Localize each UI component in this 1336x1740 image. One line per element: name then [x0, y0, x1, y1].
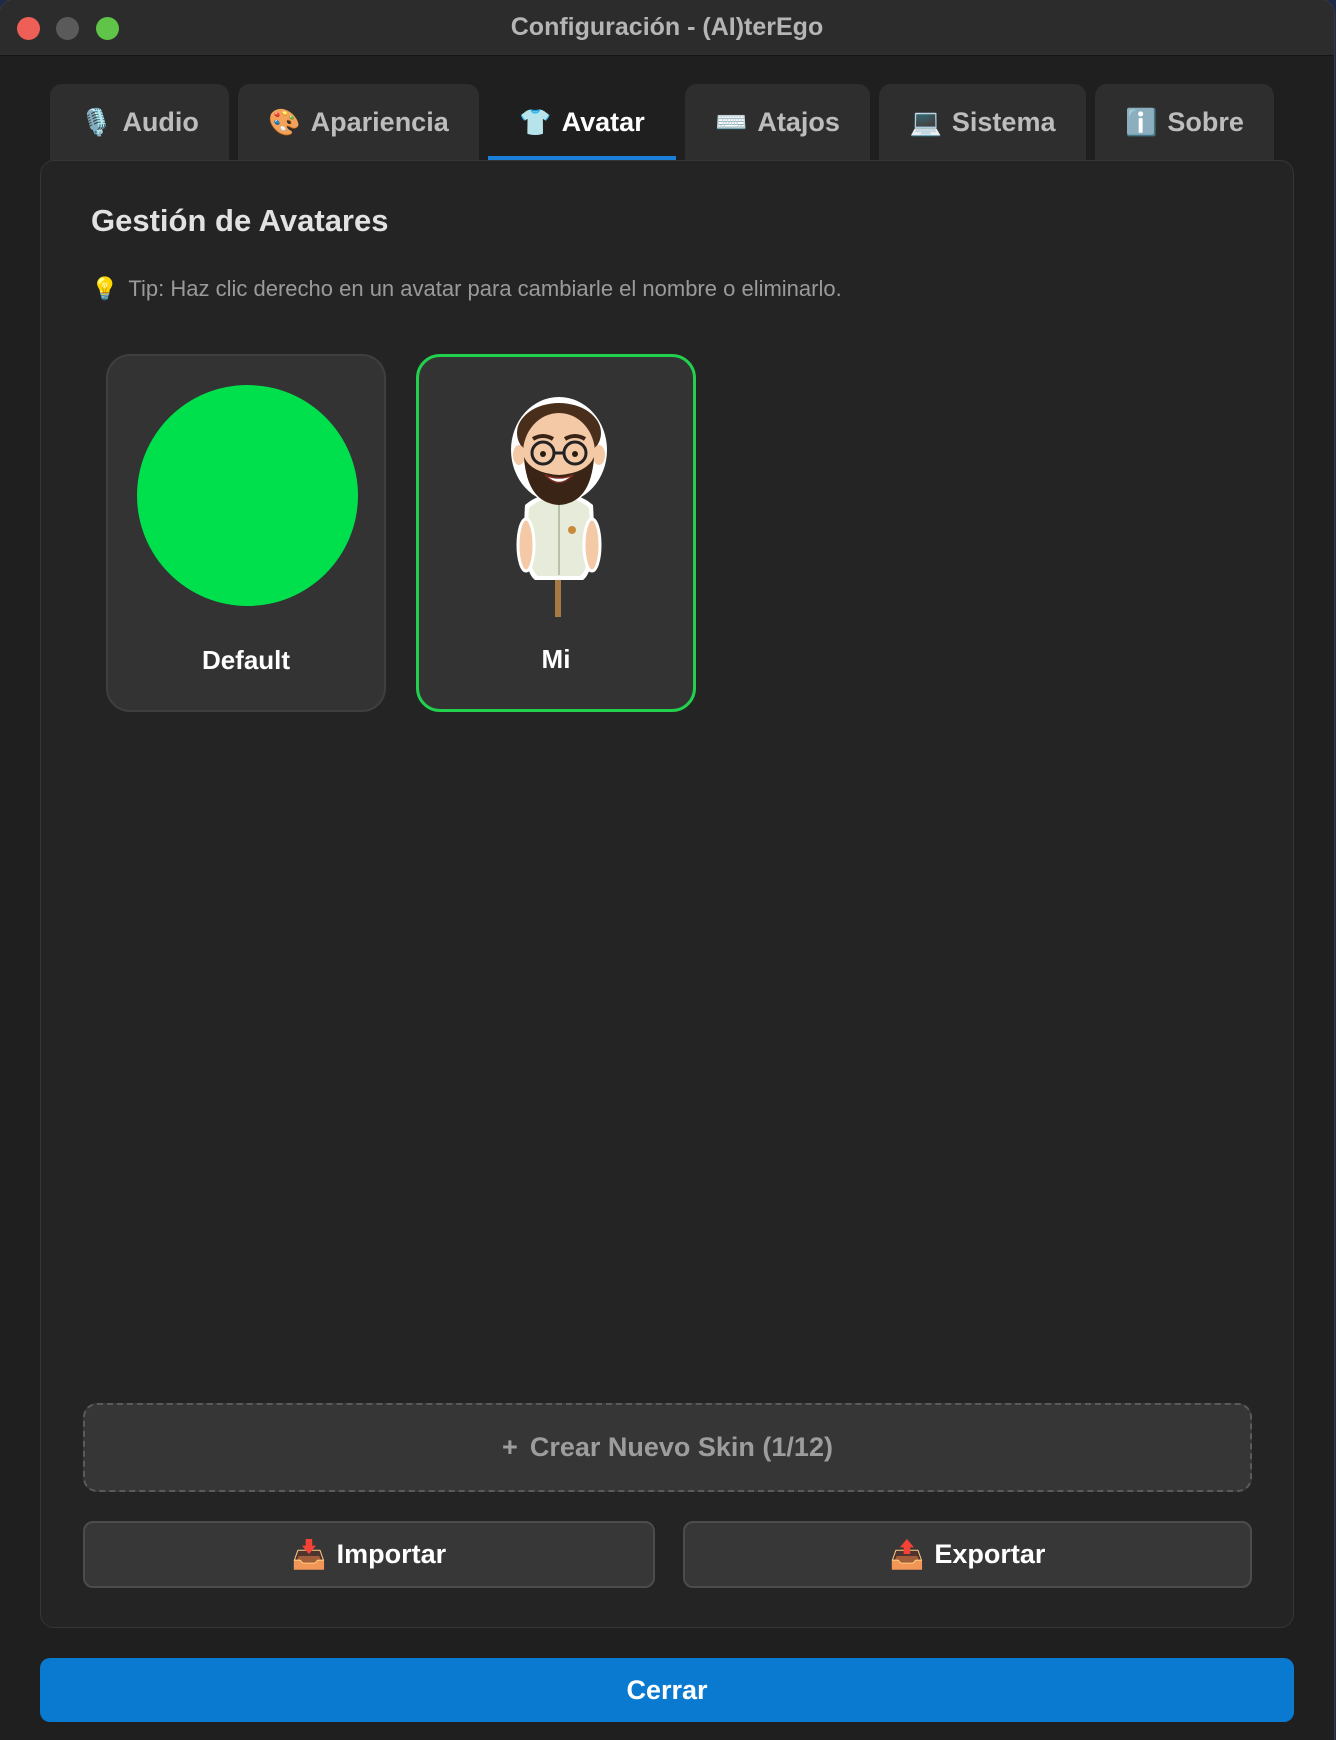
palette-icon: 🎨 [268, 107, 301, 137]
settings-window: Configuración - (AI)terEgo 🎙️ Audio 🎨 Ap… [0, 0, 1334, 1740]
green-circle-avatar-preview [137, 385, 358, 606]
close-button[interactable]: Cerrar [40, 1658, 1294, 1722]
window-title: Configuración - (AI)terEgo [510, 13, 824, 41]
microphone-icon: 🎙️ [80, 107, 113, 137]
import-button[interactable]: 📥 Importar [83, 1521, 655, 1588]
export-button[interactable]: 📤 Exportar [683, 1521, 1252, 1588]
tip-text-row: 💡 Tip: Haz clic derecho en un avatar par… [91, 276, 842, 302]
lightbulb-icon: 💡 [91, 276, 119, 301]
inbox-tray-icon: 📥 [291, 1539, 327, 1570]
avatar-name: Default [201, 645, 291, 675]
avatar-name: Mi [541, 644, 571, 674]
tab-sobre[interactable]: ℹ️ Sobre [1095, 84, 1274, 160]
tab-label: Audio [122, 106, 199, 137]
section-title: Gestión de Avatares [91, 203, 389, 238]
avatar-card-mi[interactable]: Mi [416, 354, 696, 712]
tab-sistema[interactable]: 💻 Sistema [879, 84, 1086, 160]
import-label: Importar [336, 1539, 447, 1569]
tab-label: Avatar [561, 106, 645, 137]
avatar-card-default[interactable]: Default [106, 354, 386, 712]
avatar-panel: Gestión de Avatares 💡 Tip: Haz clic dere… [40, 160, 1294, 1628]
shirt-icon: 👕 [519, 107, 552, 137]
tab-audio[interactable]: 🎙️ Audio [50, 84, 229, 160]
tab-avatar[interactable]: 👕 Avatar [488, 84, 676, 160]
outbox-tray-icon: 📤 [889, 1539, 925, 1570]
keyboard-icon: ⌨️ [715, 107, 748, 137]
tab-atajos[interactable]: ⌨️ Atajos [685, 84, 870, 160]
tab-label: Sobre [1167, 106, 1244, 137]
tab-label: Sistema [951, 106, 1056, 137]
export-label: Exportar [934, 1539, 1046, 1569]
info-icon: ℹ️ [1125, 107, 1158, 137]
tab-label: Apariencia [310, 106, 449, 137]
tab-label: Atajos [757, 106, 840, 137]
title-bar[interactable]: Configuración - (AI)terEgo [0, 0, 1334, 56]
tip-text: Tip: Haz clic derecho en un avatar para … [128, 276, 842, 301]
laptop-icon: 💻 [909, 107, 942, 137]
create-new-skin-label: Crear Nuevo Skin (1/12) [529, 1432, 833, 1462]
tab-apariencia[interactable]: 🎨 Apariencia [238, 84, 479, 160]
create-new-skin-button[interactable]: + Crear Nuevo Skin (1/12) [83, 1403, 1252, 1492]
bearded-man-avatar-preview [511, 397, 607, 617]
plus-icon: + [502, 1432, 518, 1462]
